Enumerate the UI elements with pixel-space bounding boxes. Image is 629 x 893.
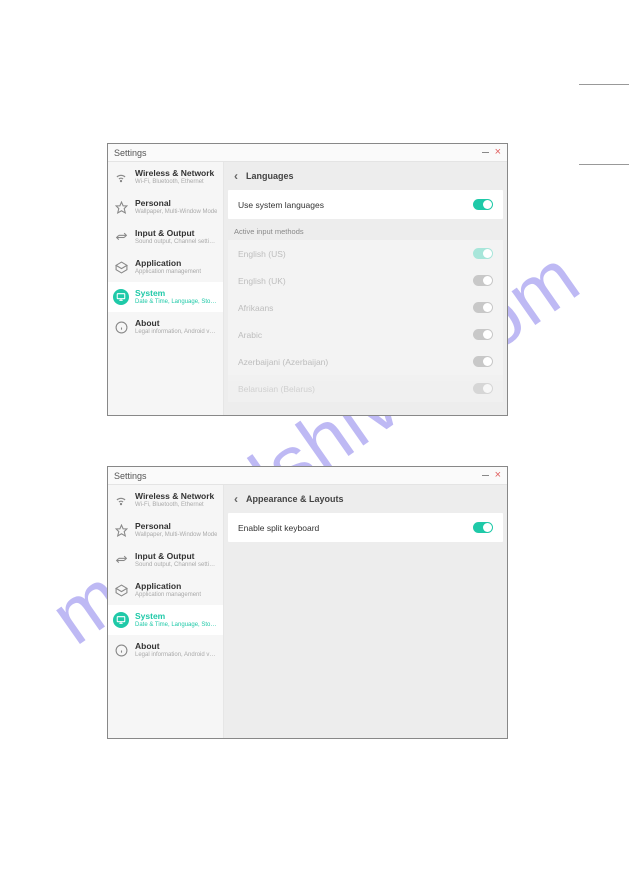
language-name: English (UK) (238, 276, 286, 286)
transfer-icon (113, 552, 129, 568)
monitor-icon (113, 289, 129, 305)
info-icon (113, 319, 129, 335)
close-icon[interactable]: × (495, 147, 501, 158)
sidebar-item-sub: Application management (135, 268, 201, 276)
language-toggle[interactable] (473, 383, 493, 394)
language-toggle[interactable] (473, 248, 493, 259)
use-system-languages-row[interactable]: Use system languages (228, 190, 503, 219)
star-icon (113, 522, 129, 538)
content-pane: ‹ Appearance & Layouts Enable split keyb… (224, 485, 507, 738)
sidebar-item-application[interactable]: ApplicationApplication management (108, 252, 223, 282)
language-toggle[interactable] (473, 275, 493, 286)
language-name: English (US) (238, 249, 286, 259)
language-row[interactable]: Arabic (228, 321, 503, 348)
titlebar: Settings × (108, 144, 507, 162)
sidebar-item-io[interactable]: Input & OutputSound output, Channel sett… (108, 222, 223, 252)
wifi-icon (113, 492, 129, 508)
sidebar-item-sub: Wallpaper, Multi-Window Mode (135, 208, 217, 216)
content-header: ‹ Appearance & Layouts (224, 485, 507, 513)
content-title: Languages (246, 171, 294, 181)
close-icon[interactable]: × (495, 470, 501, 481)
sidebar: Wireless & NetworkWi-Fi, Bluetooth, Ethe… (108, 162, 224, 415)
sidebar-item-label: Wireless & Network (135, 168, 214, 178)
sidebar-item-system[interactable]: SystemDate & Time, Language, Storage (108, 605, 223, 635)
sidebar-item-sub: Date & Time, Language, Storage (135, 298, 218, 306)
sidebar-item-label: Personal (135, 198, 217, 208)
content-pane: ‹ Languages Use system languages Active … (224, 162, 507, 415)
window-title: Settings (114, 471, 147, 481)
sidebar-item-label: About (135, 318, 218, 328)
content-header: ‹ Languages (224, 162, 507, 190)
sidebar-item-application[interactable]: ApplicationApplication management (108, 575, 223, 605)
language-row[interactable]: Afrikaans (228, 294, 503, 321)
sidebar-item-sub: Legal information, Android version (135, 328, 218, 336)
sidebar-item-sub: Wi-Fi, Bluetooth, Ethernet (135, 178, 214, 186)
back-icon[interactable]: ‹ (234, 494, 238, 504)
row-label: Use system languages (238, 200, 324, 210)
sidebar-item-system[interactable]: SystemDate & Time, Language, Storage (108, 282, 223, 312)
sidebar-item-label: System (135, 288, 218, 298)
section-label: Active input methods (224, 219, 507, 240)
sidebar-item-about[interactable]: AboutLegal information, Android version (108, 635, 223, 665)
sidebar: Wireless & NetworkWi-Fi, Bluetooth, Ethe… (108, 485, 224, 738)
language-row[interactable]: English (UK) (228, 267, 503, 294)
sidebar-item-sub: Legal information, Android version (135, 651, 218, 659)
wifi-icon (113, 169, 129, 185)
cube-icon (113, 582, 129, 598)
star-icon (113, 199, 129, 215)
language-name: Afrikaans (238, 303, 273, 313)
sidebar-item-wireless[interactable]: Wireless & NetworkWi-Fi, Bluetooth, Ethe… (108, 485, 223, 515)
titlebar: Settings × (108, 467, 507, 485)
transfer-icon (113, 229, 129, 245)
sidebar-item-sub: Sound output, Channel settings (135, 238, 218, 246)
sidebar-item-label: About (135, 641, 218, 651)
sidebar-item-label: System (135, 611, 218, 621)
use-system-languages-toggle[interactable] (473, 199, 493, 210)
sidebar-item-sub: Sound output, Channel settings (135, 561, 218, 569)
sidebar-item-label: Wireless & Network (135, 491, 214, 501)
sidebar-item-label: Input & Output (135, 551, 218, 561)
language-toggle[interactable] (473, 302, 493, 313)
content-title: Appearance & Layouts (246, 494, 344, 504)
sidebar-item-io[interactable]: Input & OutputSound output, Channel sett… (108, 545, 223, 575)
language-toggle[interactable] (473, 356, 493, 367)
back-icon[interactable]: ‹ (234, 171, 238, 181)
enable-split-keyboard-row[interactable]: Enable split keyboard (228, 513, 503, 542)
sidebar-item-label: Personal (135, 521, 217, 531)
settings-window-appearance: Settings × Wireless & NetworkWi-Fi, Blue… (107, 466, 508, 739)
info-icon (113, 642, 129, 658)
row-label: Enable split keyboard (238, 523, 319, 533)
enable-split-keyboard-toggle[interactable] (473, 522, 493, 533)
language-row[interactable]: Belarusian (Belarus) (228, 375, 503, 402)
language-toggle[interactable] (473, 329, 493, 340)
sidebar-item-about[interactable]: AboutLegal information, Android version (108, 312, 223, 342)
sidebar-item-sub: Application management (135, 591, 201, 599)
sidebar-item-label: Application (135, 258, 201, 268)
minimize-icon[interactable] (482, 152, 489, 153)
sidebar-item-personal[interactable]: PersonalWallpaper, Multi-Window Mode (108, 515, 223, 545)
language-row[interactable]: English (US) (228, 240, 503, 267)
sidebar-item-label: Input & Output (135, 228, 218, 238)
language-name: Azerbaijani (Azerbaijan) (238, 357, 328, 367)
language-row[interactable]: Azerbaijani (Azerbaijan) (228, 348, 503, 375)
language-name: Arabic (238, 330, 262, 340)
sidebar-item-sub: Wi-Fi, Bluetooth, Ethernet (135, 501, 214, 509)
sidebar-item-label: Application (135, 581, 201, 591)
sidebar-item-sub: Wallpaper, Multi-Window Mode (135, 531, 217, 539)
sidebar-item-personal[interactable]: PersonalWallpaper, Multi-Window Mode (108, 192, 223, 222)
minimize-icon[interactable] (482, 475, 489, 476)
sidebar-item-wireless[interactable]: Wireless & NetworkWi-Fi, Bluetooth, Ethe… (108, 162, 223, 192)
sidebar-item-sub: Date & Time, Language, Storage (135, 621, 218, 629)
cube-icon (113, 259, 129, 275)
window-title: Settings (114, 148, 147, 158)
language-name: Belarusian (Belarus) (238, 384, 315, 394)
settings-window-languages: Settings × Wireless & NetworkWi-Fi, Blue… (107, 143, 508, 416)
monitor-icon (113, 612, 129, 628)
